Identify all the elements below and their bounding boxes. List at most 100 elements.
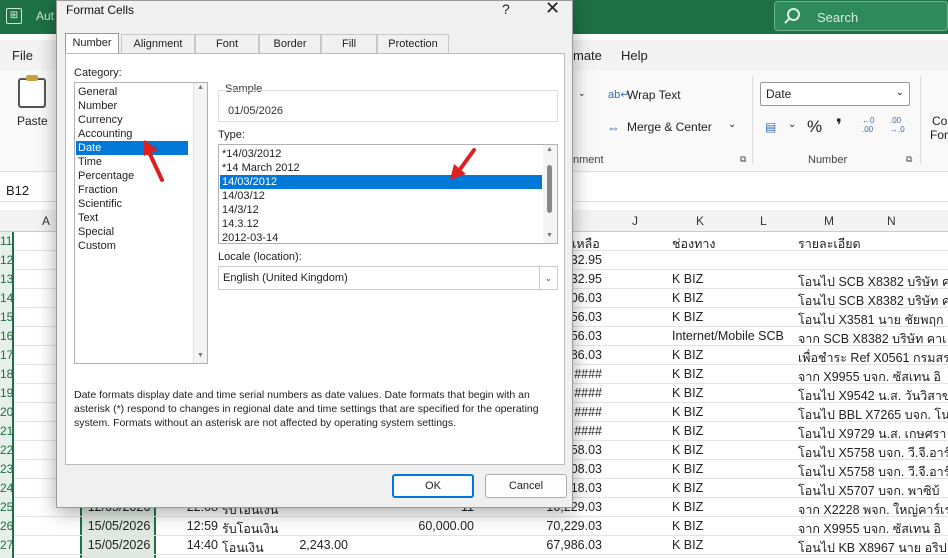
cell-channel[interactable]: Internet/Mobile SCB — [672, 329, 798, 343]
cell-channel[interactable]: K BIZ — [672, 500, 792, 514]
category-scrollbar[interactable]: ▲ ▼ — [193, 83, 207, 363]
row-header[interactable]: 15 — [0, 310, 14, 324]
type-item[interactable]: *14 March 2012 — [220, 161, 542, 175]
format-fragment[interactable]: For — [930, 128, 948, 142]
cell-channel[interactable]: K BIZ — [672, 310, 792, 324]
cell-deposit[interactable]: 60,000.00 — [414, 519, 474, 533]
number-format-select[interactable]: Date ⌄ — [760, 82, 910, 106]
cell-balance-header[interactable]: งเหลือ — [566, 234, 628, 254]
scroll-thumb[interactable] — [547, 165, 552, 213]
tab-font[interactable]: Font — [195, 34, 259, 53]
cell-details[interactable]: โอนไป SCB X8382 บริษัท ค — [798, 291, 948, 311]
type-item[interactable]: 14/3/12 — [220, 203, 542, 217]
type-item[interactable]: *14/03/2012 — [220, 147, 542, 161]
tab-protection[interactable]: Protection — [377, 34, 449, 53]
type-list[interactable]: ▲ ▼ *14/03/2012 *14 March 2012 14/03/2012 1… — [218, 144, 558, 244]
scroll-up-icon[interactable]: ▲ — [546, 146, 553, 153]
cell-balance[interactable]: 70,229.03 — [516, 519, 602, 533]
category-item[interactable]: Date — [76, 141, 188, 155]
accounting-dropdown-icon[interactable]: ⌄ — [788, 119, 796, 130]
cell-time[interactable]: 14:40 — [160, 538, 218, 552]
scroll-up-icon[interactable]: ▲ — [197, 84, 204, 91]
accounting-format-icon[interactable]: ▤ — [765, 120, 776, 134]
cell-channel[interactable]: K BIZ — [672, 291, 792, 305]
cell-channel[interactable]: K BIZ — [672, 405, 792, 419]
column-header[interactable]: L — [760, 214, 767, 228]
row-header[interactable]: 11 — [0, 234, 14, 248]
alignment-dropdown-icon[interactable]: ⌄ — [578, 88, 586, 99]
cell-details[interactable]: จาก X9955 บจก. ซัสเทน อิ — [798, 367, 948, 387]
cell-channel[interactable]: K BIZ — [672, 386, 792, 400]
close-icon[interactable]: ✕ — [545, 0, 560, 19]
cell-channel[interactable]: K BIZ — [672, 462, 792, 476]
cell-details[interactable]: โอนไป SCB X8382 บริษัท ค — [798, 272, 948, 292]
paste-button[interactable]: Paste — [17, 114, 48, 128]
decrease-decimal-icon[interactable]: .00 →.0 — [890, 116, 905, 134]
tab-border[interactable]: Border — [259, 34, 321, 53]
cell-details[interactable]: จาก X9955 บจก. ซัสเทน อิ — [798, 519, 948, 539]
paste-icon[interactable] — [18, 75, 46, 108]
cell-details[interactable]: โอนไป X9729 น.ส. เกษศรา — [798, 424, 948, 444]
category-item[interactable]: Time — [76, 155, 188, 169]
cell-details[interactable]: จาก SCB X8382 บริษัท คาเ — [798, 329, 948, 349]
name-box[interactable]: B12 — [6, 183, 29, 198]
type-item[interactable]: 2012-03-14 — [220, 231, 542, 245]
type-item[interactable]: 14/03/12 — [220, 189, 542, 203]
menu-formulas[interactable]: mate — [573, 48, 602, 63]
row-header[interactable]: 17 — [0, 348, 14, 362]
cell-channel[interactable]: K BIZ — [672, 348, 792, 362]
cell-channel[interactable]: K BIZ — [672, 424, 792, 438]
category-item[interactable]: General — [76, 85, 188, 99]
cell-description[interactable]: รับโอนเงิน — [222, 519, 288, 539]
column-header[interactable]: K — [696, 214, 704, 228]
column-header[interactable]: M — [824, 214, 834, 228]
percent-style-icon[interactable]: % — [807, 117, 822, 137]
ok-button[interactable]: OK — [392, 474, 474, 498]
merge-dropdown-icon[interactable]: ⌄ — [728, 119, 736, 130]
category-item[interactable]: Number — [76, 99, 188, 113]
type-item[interactable]: 14/03/2012 — [220, 175, 542, 189]
row-header[interactable]: 26 — [0, 519, 14, 533]
cell-date[interactable]: 15/05/2026 — [84, 519, 154, 533]
cell-details[interactable]: โอนไป X5758 บจก. วี.จี.อาร์ — [798, 462, 948, 482]
column-header[interactable]: A — [42, 214, 50, 228]
scroll-down-icon[interactable]: ▼ — [546, 232, 553, 239]
scroll-down-icon[interactable]: ▼ — [197, 352, 204, 359]
menu-help[interactable]: Help — [621, 48, 648, 63]
row-header[interactable]: 25 — [0, 500, 14, 514]
help-button[interactable]: ? — [502, 1, 510, 17]
conditional-formatting-fragment[interactable]: Co — [932, 114, 947, 128]
increase-decimal-icon[interactable]: ←0.00 — [862, 116, 874, 134]
row-header[interactable]: 13 — [0, 272, 14, 286]
chevron-down-icon[interactable]: ⌄ — [539, 267, 557, 289]
category-item[interactable]: Text — [76, 211, 188, 225]
menu-file[interactable]: File — [12, 48, 33, 63]
cell-details-header[interactable]: รายละเอียด — [798, 234, 948, 254]
search-box[interactable]: Search — [774, 1, 948, 31]
cell-details[interactable]: โอนไป X5707 บจก. พาซิบ้ — [798, 481, 948, 501]
category-item[interactable]: Currency — [76, 113, 188, 127]
category-item[interactable]: Custom — [76, 239, 188, 253]
cell-channel[interactable]: K BIZ — [672, 443, 792, 457]
cell-time[interactable]: 12:59 — [160, 519, 218, 533]
row-header[interactable]: 12 — [0, 253, 14, 267]
row-header[interactable]: 24 — [0, 481, 14, 495]
cell-balance[interactable]: 67,986.03 — [516, 538, 602, 552]
row-header[interactable]: 20 — [0, 405, 14, 419]
cell-details[interactable]: เพื่อชำระ Ref X0561 กรมสร — [798, 348, 948, 368]
column-header[interactable]: N — [887, 214, 896, 228]
category-list[interactable]: ▲ ▼ General Number Currency Accounting Date T… — [74, 82, 208, 364]
number-launcher-icon[interactable]: ⧉ — [906, 154, 912, 165]
cell-description[interactable]: โอนเงิน — [222, 538, 288, 558]
cell-date[interactable]: 15/05/2026 — [84, 538, 154, 552]
column-header[interactable]: J — [632, 214, 638, 228]
cell-details[interactable]: โอนไป X5758 บจก. วี.จี.อาร์ — [798, 443, 948, 463]
row-header[interactable]: 19 — [0, 386, 14, 400]
locale-select[interactable]: English (United Kingdom) ⌄ — [218, 266, 558, 290]
cell-details[interactable]: โอนไป BBL X7265 บจก. โน — [798, 405, 948, 425]
wrap-text-button[interactable]: Wrap Text — [627, 88, 681, 102]
cell-channel[interactable]: K BIZ — [672, 519, 792, 533]
tab-fill[interactable]: Fill — [321, 34, 377, 53]
alignment-launcher-icon[interactable]: ⧉ — [740, 154, 746, 165]
tab-alignment[interactable]: Alignment — [121, 34, 195, 53]
